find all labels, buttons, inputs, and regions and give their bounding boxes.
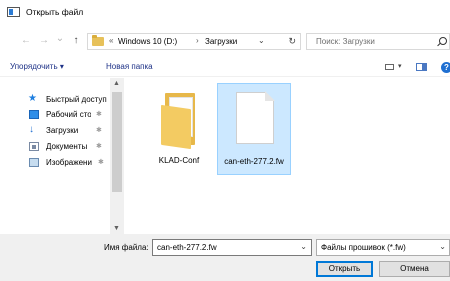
desktop-icon [29, 110, 39, 119]
path-overflow-icon[interactable]: « [109, 36, 113, 45]
sidebar-item-label: Рабочий сто [46, 110, 91, 119]
images-icon [29, 158, 39, 167]
search-box[interactable]: Поиск: Загрузки [306, 33, 450, 50]
scroll-down-icon[interactable]: ▼ [113, 225, 120, 232]
file-item-selected[interactable]: can-eth-277.2.fw [217, 83, 291, 175]
search-icon[interactable] [439, 37, 447, 45]
breadcrumb-drive[interactable]: Windows 10 (D:) [118, 37, 177, 46]
search-input[interactable]: Поиск: Загрузки [316, 37, 375, 46]
title-bar: Открыть файл [0, 0, 450, 23]
sidebar-item-images[interactable]: Изображени ✱ [19, 156, 119, 170]
documents-icon [29, 142, 39, 151]
sidebar-item-downloads[interactable]: ↓ Загрузки ✱ [19, 124, 119, 138]
open-button[interactable]: Открыть [316, 261, 373, 277]
file-icon [236, 91, 275, 144]
scroll-up-icon[interactable]: ▲ [113, 80, 120, 87]
chevron-down-icon[interactable]: ⌄ [439, 242, 446, 251]
sidebar-item-desktop[interactable]: Рабочий сто ✱ [19, 108, 119, 122]
preview-pane-icon[interactable] [416, 63, 427, 71]
refresh-icon[interactable]: ↻ [288, 36, 296, 47]
sidebar-item-label: Загрузки [46, 126, 79, 135]
filename-value[interactable]: can-eth-277.2.fw [157, 243, 217, 252]
pin-icon: ✱ [96, 111, 102, 118]
navigation-bar: ← → ⌄ ↑ « Windows 10 (D:) › Загрузки ⌄ ↻… [0, 30, 450, 52]
pin-icon: ✱ [98, 159, 104, 166]
filename-field[interactable]: can-eth-277.2.fw ⌄ [152, 239, 312, 256]
filename-label: Имя файла: [104, 243, 149, 252]
help-icon[interactable]: ? [441, 62, 450, 73]
sidebar-item-label: Быстрый доступ [46, 95, 107, 104]
file-name: KLAD-Conf [158, 156, 200, 165]
window-icon [7, 7, 20, 17]
downloads-icon: ↓ [29, 124, 34, 135]
folder-icon [161, 93, 197, 150]
organize-button[interactable]: Упорядочить ▾ [10, 62, 64, 71]
command-toolbar: Упорядочить ▾ Новая папка ▾ ? [0, 57, 450, 77]
sidebar-item-label: Изображени [46, 158, 92, 167]
recent-locations-icon[interactable]: ⌄ [53, 32, 67, 46]
up-arrow-icon[interactable]: ↑ [69, 34, 83, 48]
pin-icon: ✱ [96, 143, 102, 150]
file-name: can-eth-277.2.fw [224, 157, 284, 166]
chevron-right-icon[interactable]: › [196, 36, 199, 45]
chevron-down-icon[interactable]: ▾ [398, 62, 402, 70]
window-title: Открыть файл [26, 7, 84, 17]
chevron-down-icon[interactable]: ⌄ [258, 36, 265, 45]
navigation-pane: ★ Быстрый доступ Рабочий сто ✱ ↓ Загрузк… [0, 78, 124, 234]
file-item-folder[interactable]: KLAD-Conf [142, 83, 216, 175]
dialog-footer: Имя файла: can-eth-277.2.fw ⌄ Файлы прош… [0, 234, 450, 281]
sidebar-item-quick-access[interactable]: ★ Быстрый доступ [19, 93, 119, 107]
sidebar-scrollbar[interactable]: ▲ ▼ [110, 78, 124, 234]
scrollbar-thumb[interactable] [112, 92, 122, 192]
sidebar-item-documents[interactable]: Документы ✱ [19, 140, 119, 154]
folder-icon [92, 35, 104, 46]
filetype-value[interactable]: Файлы прошивок (*.fw) [321, 243, 406, 252]
new-folder-button[interactable]: Новая папка [106, 62, 153, 71]
forward-arrow-icon[interactable]: → [37, 34, 51, 48]
pin-icon: ✱ [96, 127, 102, 134]
back-arrow-icon[interactable]: ← [19, 34, 33, 48]
file-list: KLAD-Conf can-eth-277.2.fw [124, 78, 450, 234]
sidebar-item-label: Документы [46, 142, 88, 151]
star-icon: ★ [28, 93, 37, 104]
view-options-icon[interactable] [385, 64, 394, 70]
cancel-button[interactable]: Отмена [379, 261, 450, 277]
chevron-down-icon[interactable]: ⌄ [300, 242, 307, 251]
address-bar[interactable]: « Windows 10 (D:) › Загрузки ⌄ ↻ [87, 33, 301, 50]
breadcrumb-downloads[interactable]: Загрузки [205, 37, 237, 46]
filetype-select[interactable]: Файлы прошивок (*.fw) ⌄ [316, 239, 450, 256]
